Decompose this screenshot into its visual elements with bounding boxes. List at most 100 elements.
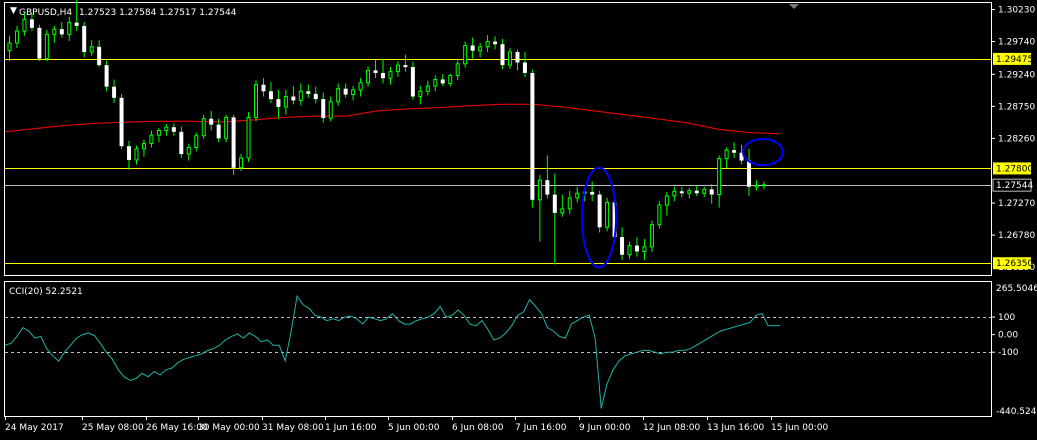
- candle-body-bear: [732, 150, 737, 153]
- price-tick-label: 1.28750: [998, 102, 1035, 112]
- candle-body-bear: [709, 189, 714, 195]
- candle-body-bear: [231, 117, 236, 168]
- candle-body-bear: [112, 86, 117, 98]
- candle-body-bull: [7, 42, 12, 52]
- candle-body-bull: [351, 89, 356, 96]
- candle-body-bear: [373, 70, 378, 73]
- candle-body-bull: [485, 41, 490, 48]
- candle-body-bull: [425, 85, 430, 92]
- candle-body-bull: [156, 130, 161, 136]
- time-tick-label: 7 Jun 16:00: [515, 423, 567, 433]
- candle: [224, 114, 229, 143]
- candle-body-bull: [22, 18, 27, 32]
- time-tick-label: 6 Jun 08:00: [452, 423, 504, 433]
- chart-background: [0, 0, 1037, 440]
- candle-body-bear: [552, 194, 557, 213]
- candle-body-bull: [642, 246, 647, 252]
- candle: [254, 80, 259, 122]
- candle-body-bull: [761, 184, 766, 187]
- candle-body-bull: [687, 190, 692, 194]
- candle-body-bull: [254, 84, 259, 118]
- candle-body-bull: [89, 46, 94, 53]
- candle-body-bull: [52, 28, 57, 35]
- cci-level-label: 100: [998, 313, 1015, 323]
- candle-body-bear: [74, 22, 79, 26]
- price-tick-label: 1.29240: [998, 70, 1035, 80]
- candle: [657, 201, 662, 229]
- candle-body-bull: [627, 245, 632, 256]
- candle-body-bull: [754, 184, 759, 188]
- candle-body-bear: [276, 99, 281, 107]
- candle-body-bull: [448, 75, 453, 84]
- candle-body-bull: [141, 143, 146, 150]
- candle-body-bear: [268, 91, 273, 100]
- price-label-tag: 1.29475: [993, 52, 1033, 65]
- price-tick-label: 1.29740: [998, 38, 1035, 48]
- price-label-text: 1.26350: [996, 259, 1033, 269]
- candle-body-bear: [694, 190, 699, 194]
- candle: [410, 61, 415, 100]
- candle-body-bear: [216, 124, 221, 139]
- price-axis: 1.30230 1.29740 1.29240 1.28750 1.28260 1.272…: [991, 6, 1035, 273]
- candle-body-bear: [97, 46, 102, 66]
- candle-body-bull: [186, 147, 191, 155]
- candle-body-bull: [164, 126, 169, 131]
- candle-body-bear: [410, 67, 415, 97]
- candle-body-bull: [336, 88, 341, 103]
- candle-body-bear: [597, 194, 602, 228]
- candle-body-bear: [620, 237, 625, 255]
- candle: [37, 24, 42, 62]
- candle-body-bear: [679, 191, 684, 194]
- time-tick-label: 30 May 00:00: [198, 423, 260, 433]
- time-tick-label: 13 Jun 16:00: [707, 423, 764, 433]
- candle-body-bear: [747, 160, 752, 187]
- candle: [82, 21, 87, 58]
- candle-body-bull: [44, 33, 49, 60]
- time-tick-label: 12 Jun 08:00: [643, 423, 700, 433]
- cci-level-label: 0.00: [998, 331, 1018, 341]
- candle-body-bull: [358, 82, 363, 91]
- candle-body-bull: [298, 90, 303, 101]
- candle-body-bull: [246, 116, 251, 159]
- candle-body-bear: [127, 146, 132, 160]
- menu-chevron-icon[interactable]: ▼: [10, 6, 17, 16]
- chart-ohlc: 1.27523 1.27584 1.27517 1.27544: [79, 8, 237, 18]
- candle-body-bear: [119, 97, 124, 147]
- candle-body-bull: [537, 179, 542, 201]
- candle-body-bear: [493, 41, 498, 45]
- candle-body-bear: [440, 79, 445, 84]
- price-label-tag: 1.27544: [992, 178, 1033, 192]
- candle-body-bull: [149, 134, 154, 145]
- candle: [231, 114, 236, 175]
- candle-body-bull: [388, 71, 393, 79]
- candle-body-bear: [104, 65, 109, 87]
- price-label-text: 1.27544: [996, 181, 1033, 191]
- candle-body-bull: [463, 45, 468, 65]
- candle-body-bull: [717, 158, 722, 196]
- candle-body-bull: [649, 224, 654, 248]
- candle-body-bear: [29, 19, 34, 28]
- candle-body-bull: [239, 157, 244, 169]
- candle-body-bull: [724, 149, 729, 160]
- price-tick-label: 1.28260: [998, 134, 1035, 144]
- candle-body-bear: [545, 180, 550, 195]
- candle: [201, 114, 206, 139]
- candle-body-bear: [171, 127, 176, 132]
- candle-body-bull: [478, 46, 483, 52]
- candle-body-bear: [59, 29, 64, 35]
- candle-body-bull: [560, 208, 565, 214]
- time-tick-label: 15 Jun 00:00: [771, 423, 828, 433]
- candle: [530, 69, 535, 208]
- chart-symbol: GBPUSD,H4: [19, 8, 72, 18]
- candle-body-bear: [530, 72, 535, 200]
- time-tick-label: 24 May 2017: [5, 423, 64, 433]
- candle-body-bull: [366, 69, 371, 84]
- cci-max-label: 265.5046: [996, 284, 1037, 294]
- time-tick-label: 25 May 08:00: [82, 423, 144, 433]
- chart-window[interactable]: ▼ GBPUSD,H4 1.27523 1.27584 1.27517 1.27…: [0, 0, 1037, 440]
- candle-body-bear: [261, 84, 266, 92]
- candle-body-bull: [224, 116, 229, 139]
- candle-body-bear: [403, 65, 408, 68]
- candle-body-bull: [67, 22, 72, 35]
- candle-body-bull: [283, 96, 288, 108]
